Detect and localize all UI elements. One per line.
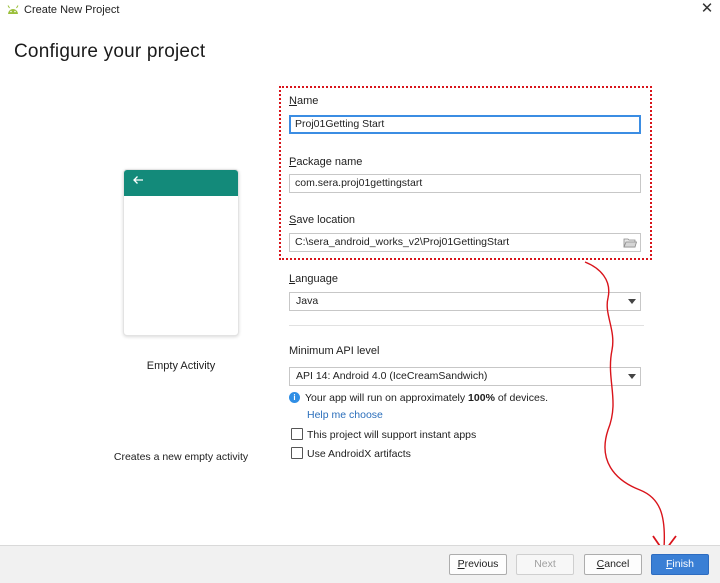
close-icon[interactable]: ✕ — [698, 1, 716, 17]
finish-button[interactable]: Finish — [651, 554, 709, 575]
minimum-api-dropdown[interactable]: API 14: Android 4.0 (IceCreamSandwich) — [289, 367, 641, 386]
cancel-button[interactable]: Cancel — [584, 554, 642, 575]
folder-browse-icon[interactable] — [623, 237, 637, 248]
previous-mnemonic: P — [457, 558, 465, 570]
androidx-label[interactable]: Use AndroidX artifacts — [307, 448, 411, 460]
minimum-api-label: Minimum API level — [289, 345, 380, 357]
next-button[interactable]: Next — [516, 554, 574, 575]
android-icon — [7, 5, 19, 14]
minimum-api-value: API 14: Android 4.0 (IceCreamSandwich) — [296, 370, 488, 382]
template-preview — [123, 169, 239, 336]
save-location-value: C:\sera_android_works_v2\Proj01GettingSt… — [295, 236, 510, 248]
language-label: Language — [289, 273, 338, 285]
info-text-percent: 100% — [468, 392, 495, 404]
package-name-label: Package name — [289, 156, 362, 168]
language-label-rest: anguage — [295, 273, 338, 285]
window-title: Create New Project — [24, 4, 120, 16]
chevron-down-icon — [628, 299, 636, 304]
name-input[interactable]: Proj01Getting Start — [289, 115, 641, 134]
language-value: Java — [296, 295, 319, 307]
name-label-mnemonic: N — [289, 95, 297, 107]
divider — [289, 325, 644, 326]
name-label-rest: ame — [296, 95, 319, 107]
back-arrow-icon — [133, 176, 143, 184]
info-text-after: of devices. — [494, 392, 549, 404]
info-text-before: Your app will run on approximately — [305, 392, 469, 404]
template-name: Empty Activity — [146, 360, 216, 372]
package-name-input[interactable]: com.sera.proj01gettingstart — [289, 174, 641, 193]
finish-rest: inish — [672, 558, 695, 570]
instant-apps-label[interactable]: This project will support instant apps — [307, 429, 476, 441]
info-icon: i — [289, 392, 300, 403]
template-app-bar — [124, 170, 238, 196]
device-coverage-text: Your app will run on approximately 100% … — [305, 392, 548, 404]
save-location-input[interactable]: C:\sera_android_works_v2\Proj01GettingSt… — [289, 233, 641, 252]
help-me-choose-link[interactable]: Help me choose — [307, 409, 383, 421]
chevron-down-icon — [628, 374, 636, 379]
package-label-rest: ackage name — [296, 156, 363, 168]
title-bar: Create New Project ✕ — [0, 0, 720, 20]
language-dropdown[interactable]: Java — [289, 292, 641, 311]
name-input-value: Proj01Getting Start — [295, 118, 385, 130]
save-location-label-rest: ave location — [296, 214, 356, 226]
save-location-label: Save location — [289, 214, 355, 226]
previous-rest: revious — [464, 558, 499, 570]
template-description: Creates a new empty activity — [113, 451, 249, 463]
previous-button[interactable]: Previous — [449, 554, 507, 575]
package-input-value: com.sera.proj01gettingstart — [295, 177, 423, 189]
androidx-checkbox[interactable] — [291, 447, 303, 459]
cancel-rest: ancel — [604, 558, 630, 570]
name-label: Name — [289, 95, 318, 107]
instant-apps-checkbox[interactable] — [291, 428, 303, 440]
page-title: Configure your project — [14, 41, 206, 62]
